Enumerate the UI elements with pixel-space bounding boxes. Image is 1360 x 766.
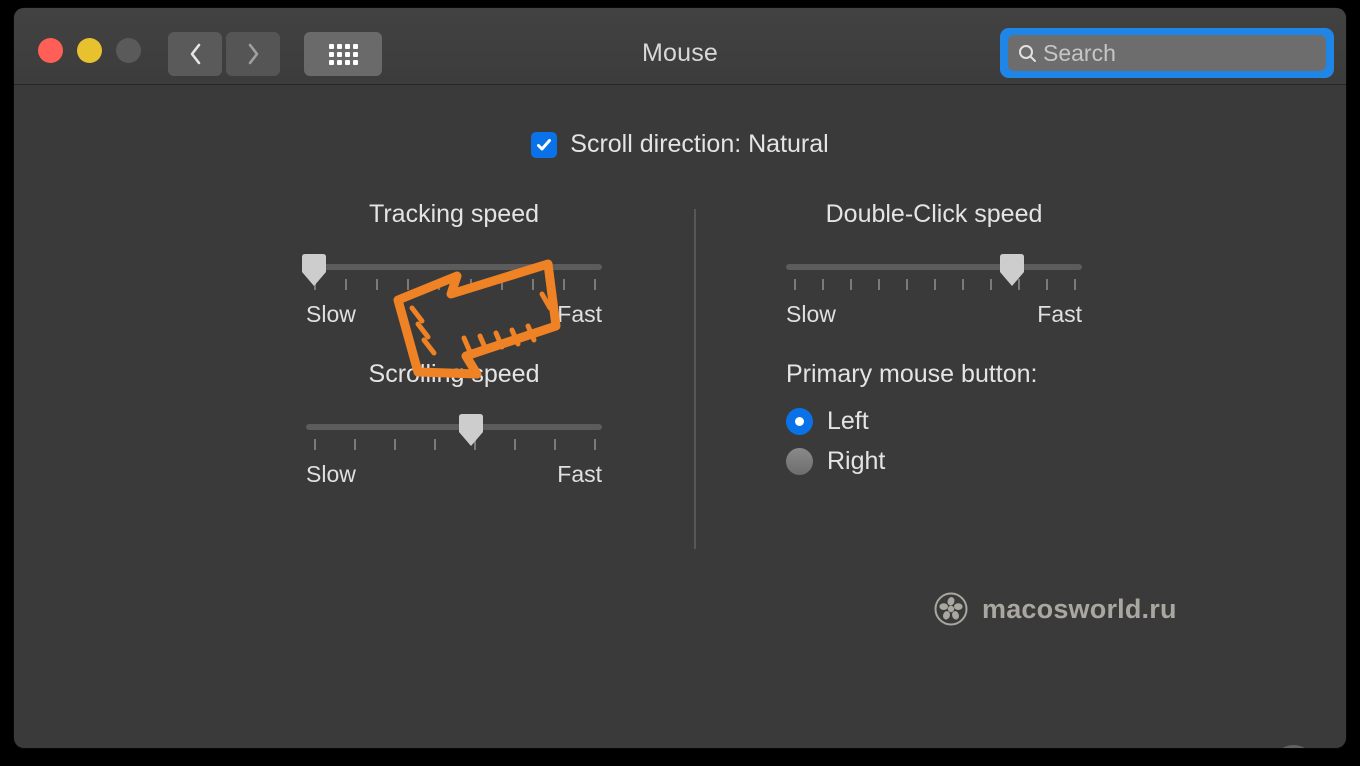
search-field[interactable] (1008, 35, 1326, 71)
radio-right[interactable] (786, 448, 813, 475)
checkmark-icon (537, 138, 552, 150)
watermark: macosworld.ru (934, 592, 1177, 626)
preferences-window: Mouse Scroll direction: Natural T (14, 8, 1346, 748)
scrolling-speed-slider[interactable] (306, 411, 602, 457)
slider-thumb[interactable] (299, 253, 329, 287)
watermark-text: macosworld.ru (982, 593, 1177, 624)
slider-tick (314, 439, 316, 450)
slider-tick (469, 279, 472, 290)
slider-tick (934, 279, 936, 290)
slider-min-label: Slow (306, 461, 356, 487)
slider-tick (500, 279, 503, 290)
slider-tick (850, 279, 852, 290)
slider-max-label: Fast (557, 461, 602, 487)
double-click-speed-range-labels: Slow Fast (786, 301, 1082, 328)
slider-tick (962, 279, 964, 290)
window-titlebar: Mouse (14, 8, 1346, 85)
slider-max-label: Fast (1037, 301, 1082, 327)
slider-tick (794, 279, 796, 290)
slider-min-label: Slow (306, 301, 356, 327)
slider-max-label: Fast (557, 301, 602, 327)
slider-min-label: Slow (786, 301, 836, 327)
slider-tick (990, 279, 992, 290)
tracking-speed-range-labels: Slow Fast (306, 301, 602, 328)
primary-option-right[interactable]: Right (786, 447, 1038, 476)
radio-left-label: Left (827, 407, 869, 435)
slider-tick (434, 439, 436, 450)
preferences-content: Scroll direction: Natural Tracking speed… (14, 84, 1346, 748)
search-icon (1019, 44, 1036, 62)
radio-left[interactable] (786, 408, 813, 435)
slider-tick (594, 439, 596, 450)
slider-thumb[interactable] (997, 253, 1027, 287)
column-divider (694, 209, 696, 549)
slider-track[interactable] (306, 264, 602, 270)
search-field-focus-ring (1000, 28, 1334, 78)
slider-tick (345, 279, 348, 290)
slider-tick (878, 279, 880, 290)
slider-ticks (786, 279, 1082, 290)
double-click-speed-group: Double-Click speed Slow Fast (786, 200, 1082, 328)
slider-ticks (306, 279, 602, 290)
search-input[interactable] (1043, 39, 1313, 67)
slider-tick (407, 279, 410, 290)
slider-tick (562, 279, 565, 290)
slider-tick (1046, 279, 1048, 290)
scrolling-speed-title: Scrolling speed (368, 360, 540, 388)
slider-tick (906, 279, 908, 290)
scrolling-speed-group: Scrolling speed Slow Fast (306, 360, 602, 488)
double-click-speed-title: Double-Click speed (825, 200, 1043, 228)
slider-thumb[interactable] (456, 413, 486, 447)
slider-tick (376, 279, 379, 290)
scroll-direction-checkbox[interactable] (531, 131, 558, 158)
primary-mouse-button-title: Primary mouse button: (786, 360, 1038, 388)
double-click-speed-slider[interactable] (786, 251, 1082, 297)
tracking-speed-group: Tracking speed Slow Fast (302, 200, 602, 328)
slider-tick (554, 439, 556, 450)
slider-tick (1074, 279, 1076, 290)
slider-ticks (306, 439, 602, 450)
slider-tick (822, 279, 824, 290)
primary-mouse-button-group: Primary mouse button: Left Right (786, 360, 1038, 487)
scrolling-speed-range-labels: Slow Fast (306, 461, 602, 488)
slider-tick (394, 439, 396, 450)
help-button[interactable]: ? (1272, 745, 1315, 748)
tracking-speed-slider[interactable] (302, 251, 602, 297)
slider-tick (438, 279, 441, 290)
primary-option-left[interactable]: Left (786, 407, 1038, 436)
slider-tick (531, 279, 534, 290)
pinwheel-logo-icon (934, 592, 968, 626)
scroll-direction-row[interactable]: Scroll direction: Natural (14, 130, 1346, 159)
slider-track[interactable] (786, 264, 1082, 270)
slider-tick (354, 439, 356, 450)
slider-tick (594, 279, 596, 290)
scroll-direction-label: Scroll direction: Natural (570, 130, 829, 158)
radio-right-label: Right (827, 447, 886, 475)
slider-track[interactable] (306, 424, 602, 430)
slider-tick (514, 439, 516, 450)
tracking-speed-title: Tracking speed (369, 200, 539, 228)
